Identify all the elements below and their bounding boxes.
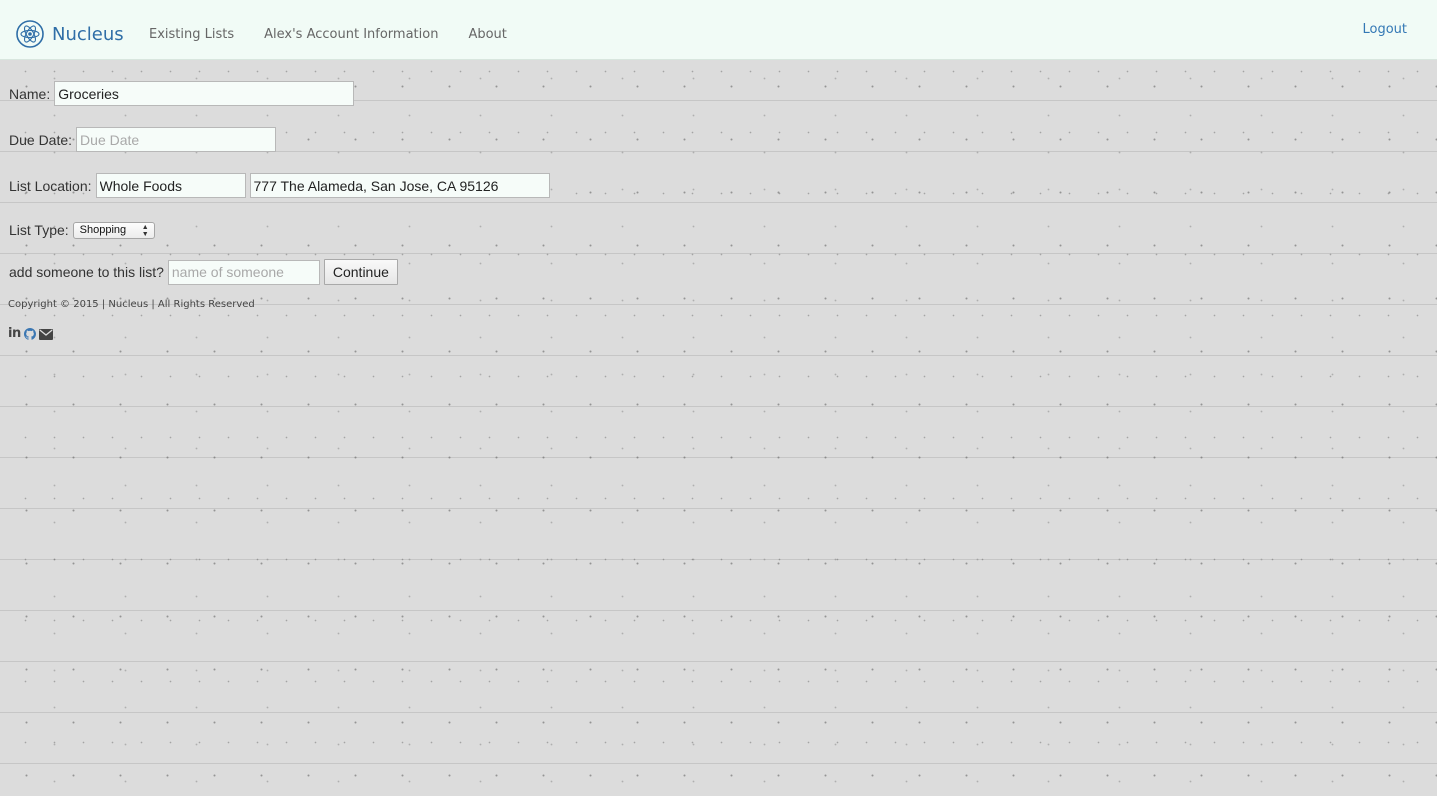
name-row: Name:: [9, 81, 355, 106]
select-arrows-icon: ▲ ▼: [141, 223, 149, 238]
list-type-select[interactable]: Shopping ▲ ▼: [72, 222, 155, 239]
nav-link-about[interactable]: About: [468, 26, 506, 44]
list-type-label: List Type:: [9, 222, 69, 238]
list-location-label: List Location:: [9, 177, 92, 194]
continue-button[interactable]: Continue: [323, 259, 398, 285]
nav-link-existing-lists[interactable]: Existing Lists: [149, 26, 234, 44]
due-date-row: Due Date:: [9, 127, 277, 152]
nav-link-account-information[interactable]: Alex's Account Information: [264, 26, 438, 44]
list-location-row: List Location:: [9, 173, 550, 198]
due-date-input[interactable]: [76, 127, 277, 152]
location-place-input[interactable]: [95, 173, 246, 198]
linkedin-icon[interactable]: in: [8, 327, 21, 341]
list-type-selected-value: Shopping: [79, 224, 127, 236]
location-address-input[interactable]: [249, 173, 550, 198]
add-person-label: add someone to this list?: [9, 264, 164, 280]
due-date-label: Due Date:: [9, 131, 73, 148]
social-links: in: [8, 327, 53, 341]
top-navbar: Nucleus Existing Lists Alex's Account In…: [0, 0, 1437, 60]
github-icon[interactable]: [23, 328, 36, 340]
brand-link[interactable]: Nucleus: [16, 20, 124, 48]
nav-links: Existing Lists Alex's Account Informatio…: [149, 26, 537, 44]
add-person-input[interactable]: [167, 259, 320, 285]
add-person-row: add someone to this list? Continue: [9, 259, 398, 285]
logout-link[interactable]: Logout: [1362, 21, 1407, 39]
list-type-row: List Type: Shopping ▲ ▼: [9, 221, 155, 239]
atom-icon: [16, 20, 44, 48]
brand-name: Nucleus: [52, 23, 124, 45]
copyright-text: Copyright © 2015 | Nucleus | All Rights …: [8, 299, 255, 310]
name-label: Name:: [9, 85, 51, 102]
name-input[interactable]: [54, 81, 355, 106]
envelope-icon[interactable]: [38, 328, 53, 340]
